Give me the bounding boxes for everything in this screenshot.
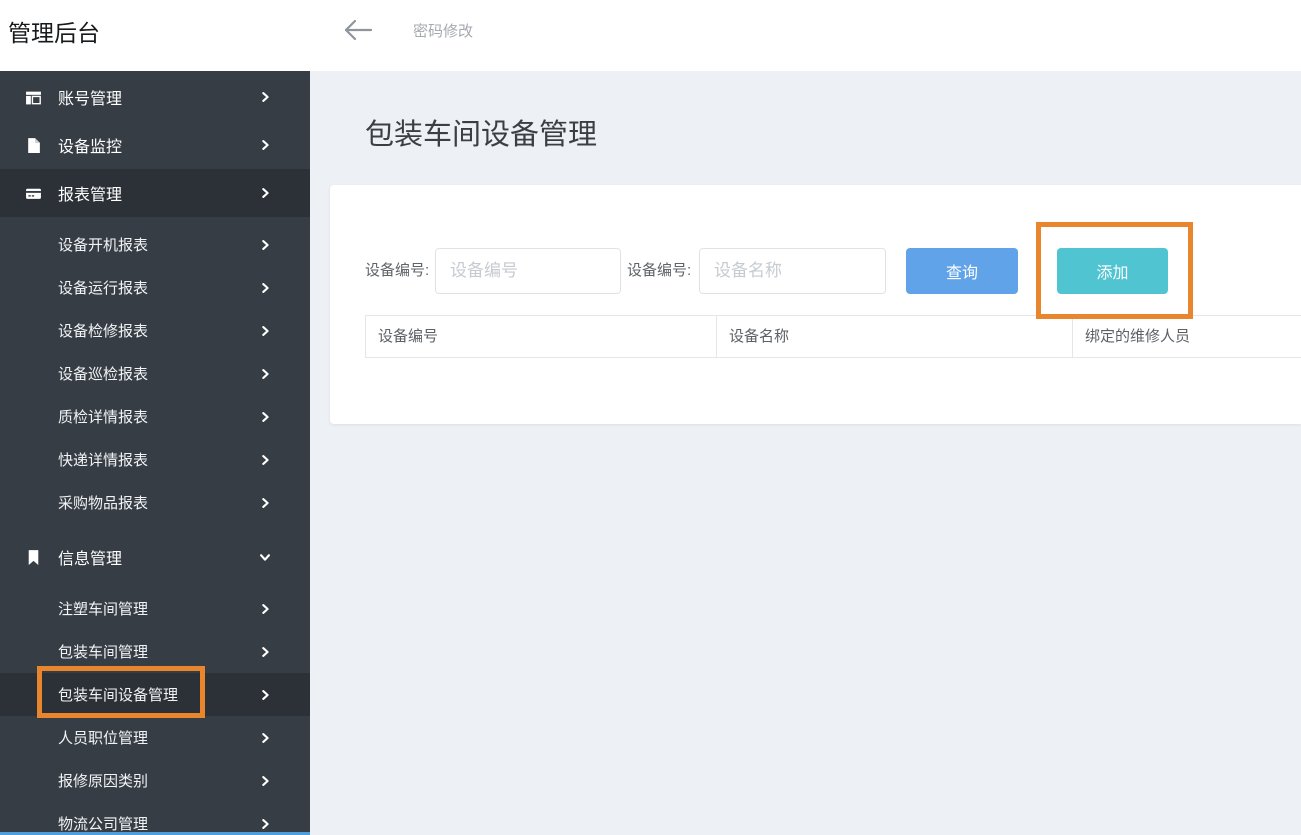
column-header: 设备名称 bbox=[717, 316, 1073, 357]
sidebar-item[interactable]: 采购物品报表 bbox=[0, 481, 310, 524]
sidebar-item[interactable]: 包装车间管理 bbox=[0, 630, 310, 673]
table-header: 设备编号 设备名称 绑定的维修人员 bbox=[365, 315, 1301, 358]
card-icon bbox=[25, 185, 43, 202]
sidebar-item-label: 快递详情报表 bbox=[58, 452, 149, 469]
sidebar-item-label: 设备检修报表 bbox=[58, 323, 149, 340]
sidebar-item-label: 设备运行报表 bbox=[58, 280, 149, 297]
chevron-right-icon bbox=[258, 645, 272, 659]
app-title: 管理后台 bbox=[8, 20, 100, 46]
chevron-right-icon bbox=[258, 817, 272, 831]
sidebar-item[interactable]: 质检详情报表 bbox=[0, 395, 310, 438]
screen: 管理后台 密码修改 账号管理设备监控报表管理设备开机报表 设备运行报表 设备检修报表… bbox=[0, 0, 1301, 835]
sidebar-item-label: 设备巡检报表 bbox=[58, 366, 149, 383]
main-content: 包装车间设备管理 设备编号: 设备编号: 查询 添加 设备编号设备名称绑定的维修… bbox=[310, 71, 1301, 835]
sidebar-item-label: 包装车间管理 bbox=[58, 644, 149, 661]
sidebar-menu: 账号管理设备监控报表管理设备开机报表 设备运行报表 设备检修报表 设备巡检报表 质检详情… bbox=[0, 73, 310, 835]
query-button[interactable]: 查询 bbox=[906, 248, 1018, 294]
chevron-down-icon bbox=[258, 550, 272, 564]
sidebar-item[interactable]: 人员职位管理 bbox=[0, 716, 310, 759]
page-title: 包装车间设备管理 bbox=[365, 119, 598, 151]
sidebar-item[interactable]: 物流公司管理 bbox=[0, 802, 310, 835]
sidebar-item-label: 设备开机报表 bbox=[58, 237, 149, 254]
add-button[interactable]: 添加 bbox=[1057, 248, 1168, 294]
chevron-right-icon bbox=[258, 602, 272, 616]
page-nav-title: 密码修改 bbox=[413, 23, 474, 40]
chevron-right-icon bbox=[258, 410, 272, 424]
sidebar-item[interactable]: 设备巡检报表 bbox=[0, 352, 310, 395]
sidebar-item[interactable]: 信息管理 bbox=[0, 533, 310, 581]
chevron-right-icon bbox=[258, 138, 272, 152]
sidebar-item-label: 质检详情报表 bbox=[58, 409, 149, 426]
sidebar-item-label: 包装车间设备管理 bbox=[58, 687, 179, 704]
sidebar-item-label: 采购物品报表 bbox=[58, 495, 149, 512]
column-header: 设备编号 bbox=[366, 316, 717, 357]
sidebar-item-label: 设备监控 bbox=[58, 139, 123, 156]
sidebar-item-label: 报修原因类别 bbox=[58, 773, 149, 790]
device-name-input[interactable] bbox=[699, 248, 886, 294]
top-header: 管理后台 密码修改 bbox=[0, 0, 1301, 71]
chevron-right-icon bbox=[258, 496, 272, 510]
left-arrow-icon bbox=[343, 19, 373, 46]
chevron-right-icon bbox=[258, 281, 272, 295]
chevron-right-icon bbox=[258, 324, 272, 338]
sidebar-item-label: 账号管理 bbox=[58, 91, 123, 108]
panel-icon bbox=[25, 89, 43, 106]
sidebar-item[interactable]: 包装车间设备管理 bbox=[0, 673, 310, 716]
chevron-right-icon bbox=[258, 731, 272, 745]
column-header: 绑定的维修人员 bbox=[1085, 328, 1191, 345]
device-number-input[interactable] bbox=[435, 248, 621, 294]
device-number-label: 设备编号: bbox=[365, 262, 430, 279]
chevron-right-icon bbox=[258, 186, 272, 200]
sidebar: 账号管理设备监控报表管理设备开机报表 设备运行报表 设备检修报表 设备巡检报表 质检详情… bbox=[0, 71, 310, 835]
sidebar-item-label: 信息管理 bbox=[58, 551, 123, 568]
chevron-right-icon bbox=[258, 688, 272, 702]
sidebar-item-label: 注塑车间管理 bbox=[58, 601, 149, 618]
sidebar-item[interactable]: 报表管理 bbox=[0, 169, 310, 217]
sidebar-item[interactable]: 注塑车间管理 bbox=[0, 587, 310, 630]
sidebar-item[interactable]: 快递详情报表 bbox=[0, 438, 310, 481]
sidebar-item-label: 人员职位管理 bbox=[58, 730, 149, 747]
device-name-label: 设备编号: bbox=[627, 262, 692, 279]
sidebar-item[interactable]: 设备检修报表 bbox=[0, 309, 310, 352]
bookmark-icon bbox=[25, 549, 43, 566]
chevron-right-icon bbox=[258, 90, 272, 104]
chevron-right-icon bbox=[258, 238, 272, 252]
sidebar-item[interactable]: 设备运行报表 bbox=[0, 266, 310, 309]
sidebar-item[interactable]: 设备开机报表 bbox=[0, 223, 310, 266]
sidebar-item-label: 报表管理 bbox=[58, 187, 123, 204]
sidebar-item[interactable]: 报修原因类别 bbox=[0, 759, 310, 802]
file-icon bbox=[25, 137, 43, 154]
chevron-right-icon bbox=[258, 367, 272, 381]
back-button[interactable] bbox=[343, 19, 375, 45]
sidebar-item-label: 物流公司管理 bbox=[58, 816, 149, 833]
sidebar-item[interactable]: 设备监控 bbox=[0, 121, 310, 169]
chevron-right-icon bbox=[258, 453, 272, 467]
content-card: 设备编号: 设备编号: 查询 添加 设备编号设备名称绑定的维修人员 bbox=[330, 185, 1301, 424]
sidebar-item[interactable]: 账号管理 bbox=[0, 73, 310, 121]
chevron-right-icon bbox=[258, 774, 272, 788]
